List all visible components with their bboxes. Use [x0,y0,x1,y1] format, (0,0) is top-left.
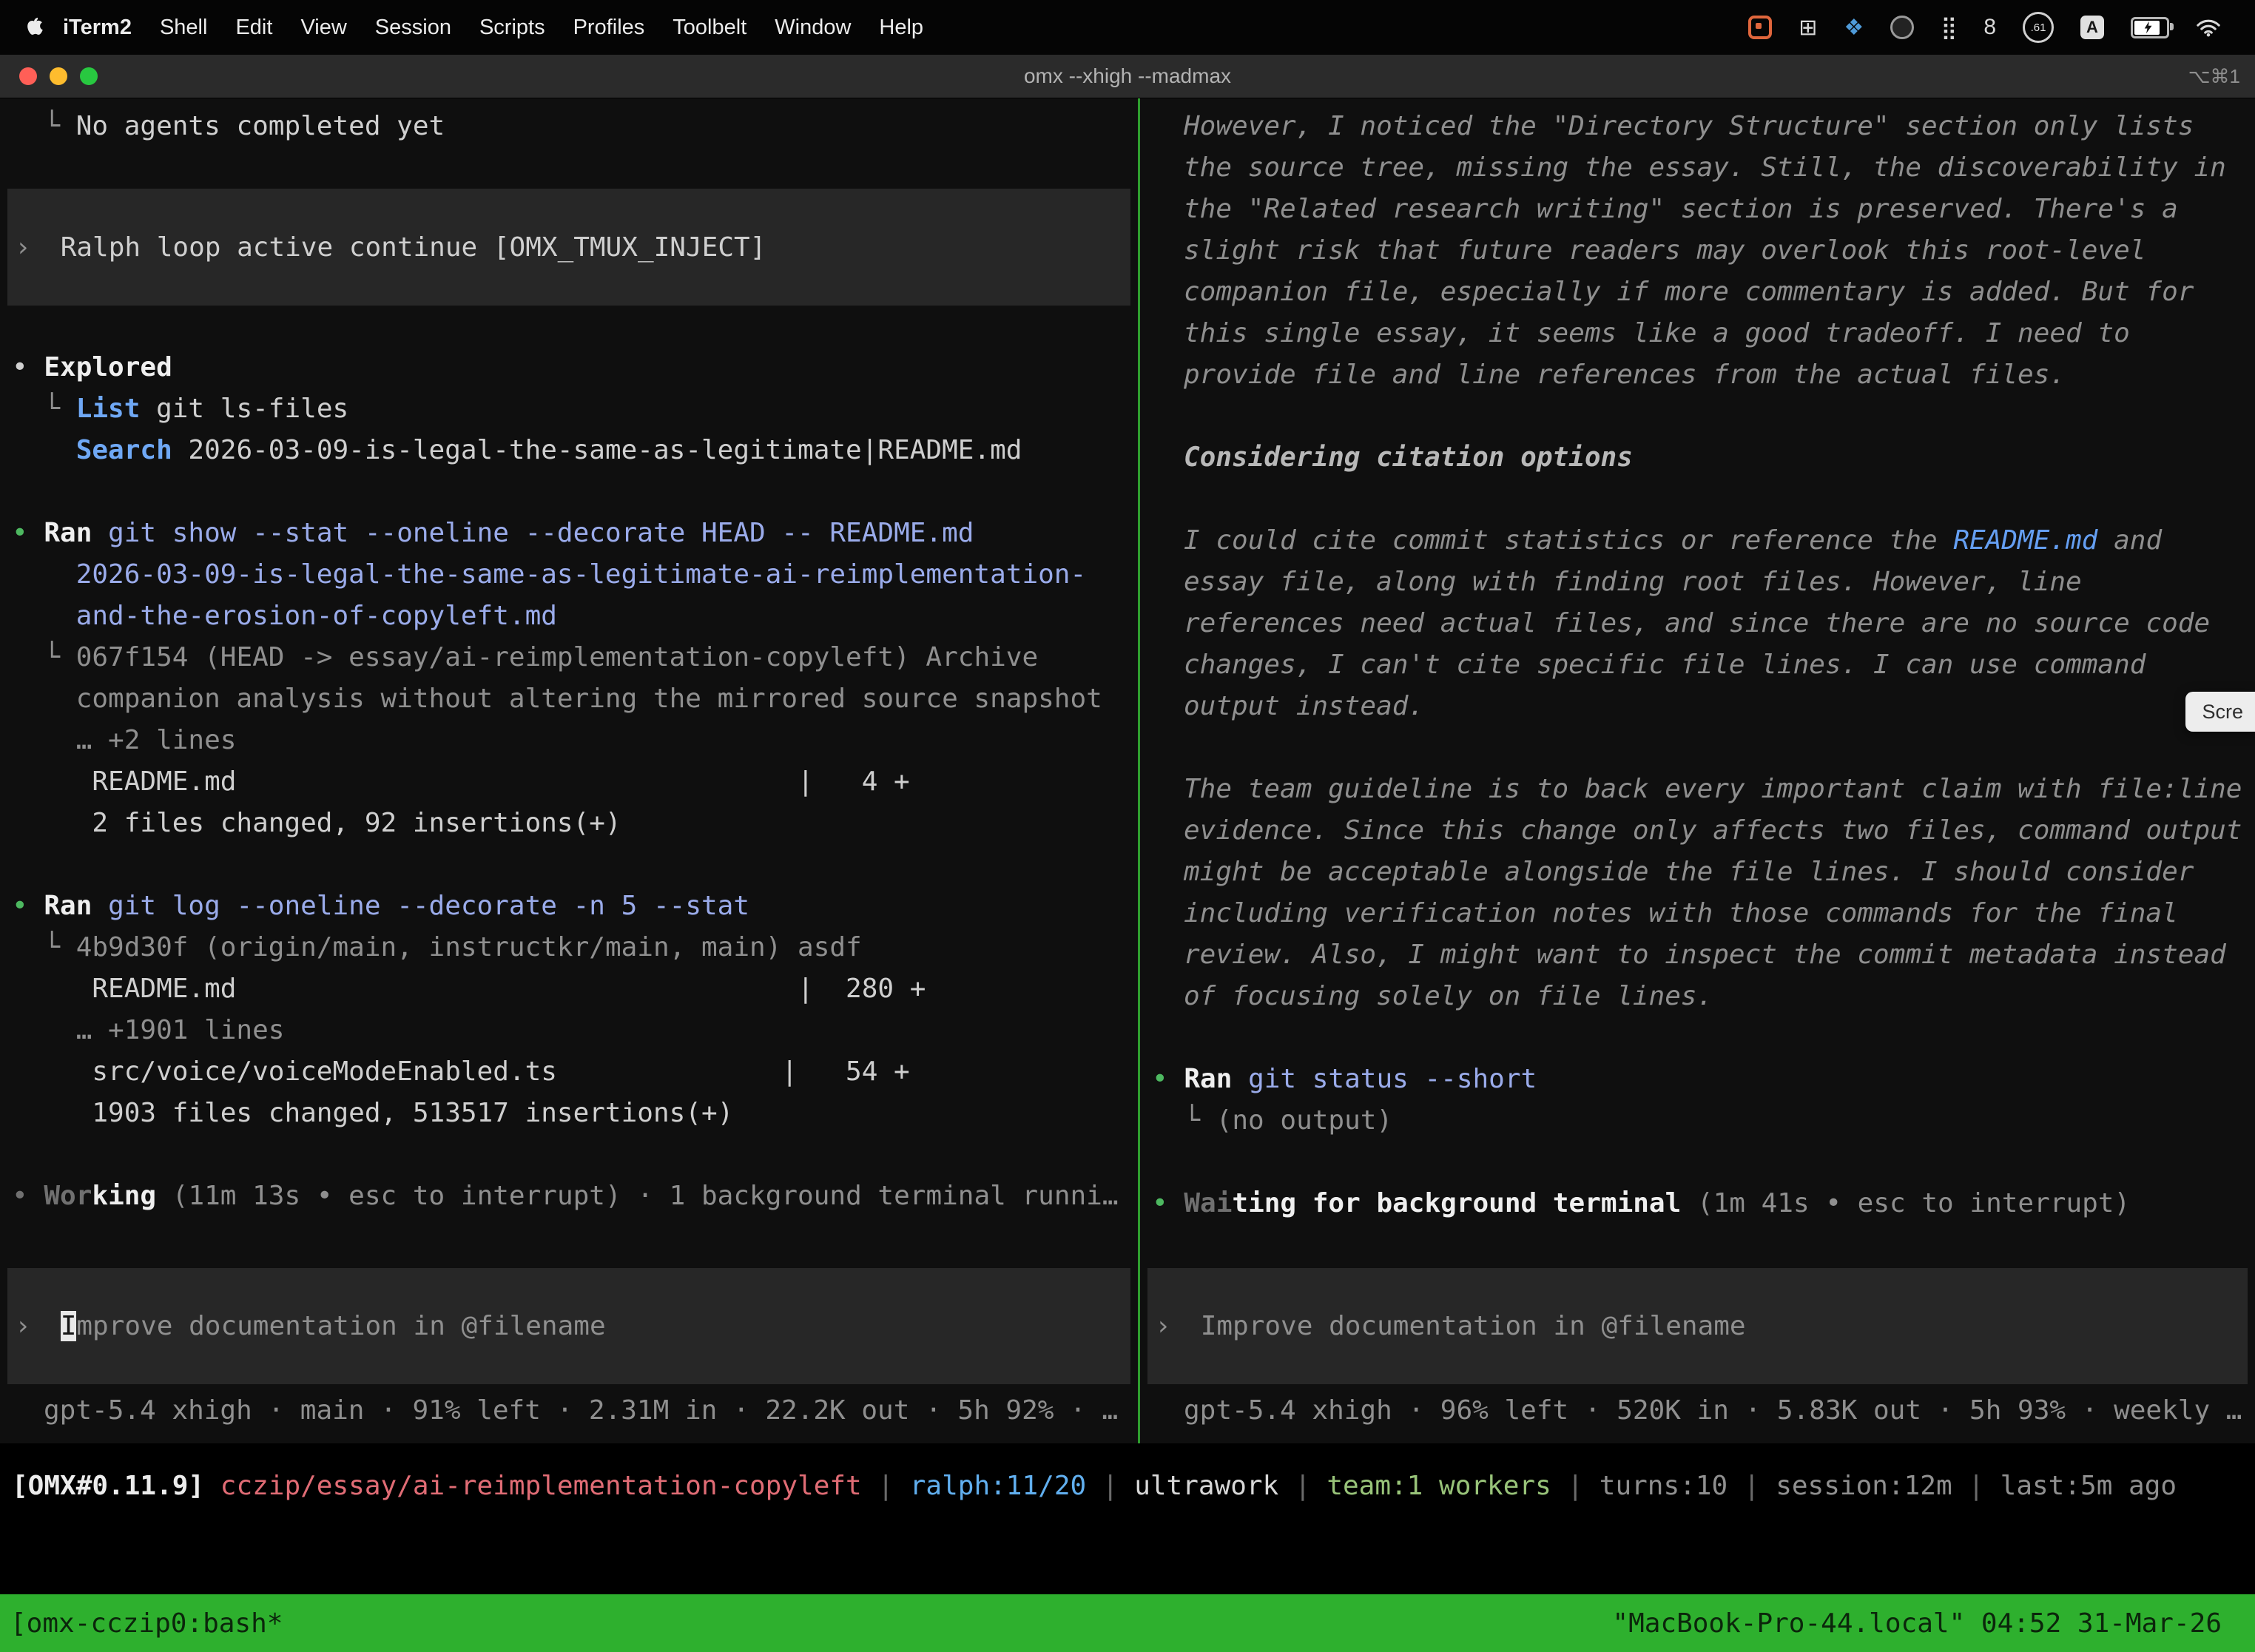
right-pane: However, I noticed the "Directory Struct… [1140,98,2255,1443]
wifi-arcs [2196,18,2221,37]
left-model-status-line: gpt-5.4 xhigh · main · 91% left · 2.31M … [0,1390,1138,1432]
menu-item-help[interactable]: Help [865,16,937,40]
reasoning-line: companion file, especially if more comme… [1140,272,2255,313]
block-cursor: I [61,1311,77,1341]
terminal-line: └ No agents completed yet [0,106,1138,147]
omx-last-activity: last:5m ago [2000,1471,2177,1501]
omx-branch-path: cczip/essay/ai-reimplementation-copyleft [220,1471,862,1501]
terminal-line: and-the-erosion-of-copyleft.md [0,596,1138,637]
ran-command-line: • Ran git show --stat --oneline --decora… [0,513,1138,554]
reasoning-line: including verification notes with those … [1140,893,2255,934]
battery-gauge-icon[interactable]: .61 [2023,12,2054,43]
terminal: └ No agents completed yet ›Ralph loop ac… [0,98,2255,1652]
wifi-icon[interactable] [2196,18,2221,37]
terminal-line: └ 4b9d30f (origin/main, instructkr/main,… [0,927,1138,968]
left-pane: └ No agents completed yet ›Ralph loop ac… [0,98,1138,1443]
reasoning-line: review. Also, I might want to inspect th… [1140,934,2255,976]
apps-grid-icon[interactable]: ⣿ [1941,15,1957,41]
menu-item-shell[interactable]: Shell [146,16,222,40]
omx-team: team:1 workers [1327,1471,1551,1501]
diffstat-line: README.md | 280 + [0,968,1138,1010]
terminal-line: └ 067f154 (HEAD -> essay/ai-reimplementa… [0,637,1138,678]
reasoning-line: this single essay, it seems like a good … [1140,313,2255,354]
menu-item-edit[interactable]: Edit [221,16,286,40]
waiting-status-line: • Waiting for background terminal (1m 41… [1140,1183,2255,1224]
reasoning-line: output instead. [1140,686,2255,727]
tmux-panes: └ No agents completed yet ›Ralph loop ac… [0,98,2255,1443]
menu-bar-status-icons: ⊞ ❖ ⣿ 8 .61 A [1748,12,2255,43]
dark-app-icon[interactable] [1890,16,1914,39]
tmux-status-bar: [omx-cczip0:bash* "MacBook-Pro-44.local"… [0,1594,2255,1652]
blue-app-icon[interactable]: ❖ [1844,15,1864,41]
omx-mode: ultrawork [1134,1471,1278,1501]
window-hotkey-badge: ⌥⌘1 [2188,65,2255,88]
input-source-icon[interactable]: A [2080,16,2104,39]
menu-item-toolbelt[interactable]: Toolbelt [658,16,761,40]
window-title-bar: omx --xhigh --madmax ⌥⌘1 [0,55,2255,98]
reasoning-line: might be acceptable alongside the file l… [1140,852,2255,893]
menu-item-window[interactable]: Window [761,16,865,40]
reasoning-line: of focusing solely on file lines. [1140,976,2255,1017]
right-input-box[interactable]: › Improve documentation in @filename [1147,1268,2248,1384]
explored-header-line: • Explored [0,347,1138,388]
tmux-session-window[interactable]: [omx-cczip0:bash* [10,1608,283,1639]
reasoning-heading: Considering citation options [1140,437,2255,479]
terminal-line: companion analysis without altering the … [0,678,1138,720]
right-model-status-line: gpt-5.4 xhigh · 96% left · 520K in · 5.8… [1140,1390,2255,1432]
menu-item-iterm2[interactable]: iTerm2 [49,16,146,40]
ran-command-line: • Ran git status --short [1140,1059,2255,1100]
prompt-chevron: › [15,1311,31,1341]
input-text: mprove documentation in @filename [76,1311,605,1341]
reasoning-line: the "Related research writing" section i… [1140,189,2255,230]
diffstat-line: 2 files changed, 92 insertions(+) [0,803,1138,844]
menu-item-session[interactable]: Session [361,16,465,40]
omx-version: [OMX#0.11.9] [12,1471,220,1501]
omx-status-bar: [OMX#0.11.9] cczip/essay/ai-reimplementa… [0,1443,2255,1594]
working-status-line: • Working (11m 13s • esc to interrupt) ·… [0,1176,1138,1217]
terminal-line: └ List git ls-files [0,388,1138,430]
reasoning-line: essay file, along with finding root file… [1140,562,2255,603]
omx-session-time: session:12m [1776,1471,1952,1501]
ralph-loop-banner: ›Ralph loop active continue [OMX_TMUX_IN… [7,189,1130,306]
terminal-line: … +2 lines [0,720,1138,761]
screen: iTerm2 Shell Edit View Session Scripts P… [0,0,2255,1651]
input-text: Improve documentation in @filename [1201,1311,1746,1341]
reasoning-line: I could cite commit statistics or refere… [1140,520,2255,562]
diffstat-line: 1903 files changed, 513517 insertions(+) [0,1093,1138,1134]
reasoning-line: changes, I can't cite specific file line… [1140,644,2255,686]
diffstat-line: README.md | 4 + [0,761,1138,803]
edge-notification-tooltip: Scre [2185,692,2255,732]
reasoning-line: references need actual files, and since … [1140,603,2255,644]
menu-item-view[interactable]: View [286,16,360,40]
menu-bar: iTerm2 Shell Edit View Session Scripts P… [0,0,2255,55]
window-title: omx --xhigh --madmax [0,64,2255,88]
terminal-line: … +1901 lines [0,1010,1138,1051]
terminal-line: └ (no output) [1140,1100,2255,1142]
apple-menu[interactable] [0,17,49,38]
prompt-chevron: › [1155,1311,1171,1341]
diffstat-line: src/voice/voiceModeEnabled.ts | 54 + [0,1051,1138,1093]
left-input-box[interactable]: › Improve documentation in @filename [7,1268,1130,1384]
menu-item-profiles[interactable]: Profiles [559,16,659,40]
terminal-line: Search 2026-03-09-is-legal-the-same-as-l… [0,430,1138,471]
reasoning-line: evidence. Since this change only affects… [1140,810,2255,852]
readme-link[interactable]: README.md [1953,525,2097,556]
reasoning-line: provide file and line references from th… [1140,354,2255,396]
ran-command-line: • Ran git log --oneline --decorate -n 5 … [0,886,1138,927]
grid-icon[interactable]: ⊞ [1799,15,1817,41]
apple-icon [25,17,43,38]
tmux-host-clock: "MacBook-Pro-44.local" 04:52 31-Mar-26 [1612,1608,2222,1639]
screen-recording-indicator-icon[interactable] [1748,16,1772,39]
reasoning-line: The team guideline is to back every impo… [1140,769,2255,810]
menu-item-scripts[interactable]: Scripts [465,16,559,40]
omx-turns: turns:10 [1600,1471,1728,1501]
reasoning-line: the source tree, missing the essay. Stil… [1140,147,2255,189]
omx-ralph-counter: ralph:11/20 [910,1471,1086,1501]
battery-icon[interactable] [2131,17,2169,38]
reasoning-line: However, I noticed the "Directory Struct… [1140,106,2255,147]
figure-icon[interactable]: 8 [1983,15,1996,40]
reasoning-line: slight risk that future readers may over… [1140,230,2255,272]
charging-bolt-icon [2142,19,2155,36]
terminal-line: 2026-03-09-is-legal-the-same-as-legitima… [0,554,1138,596]
